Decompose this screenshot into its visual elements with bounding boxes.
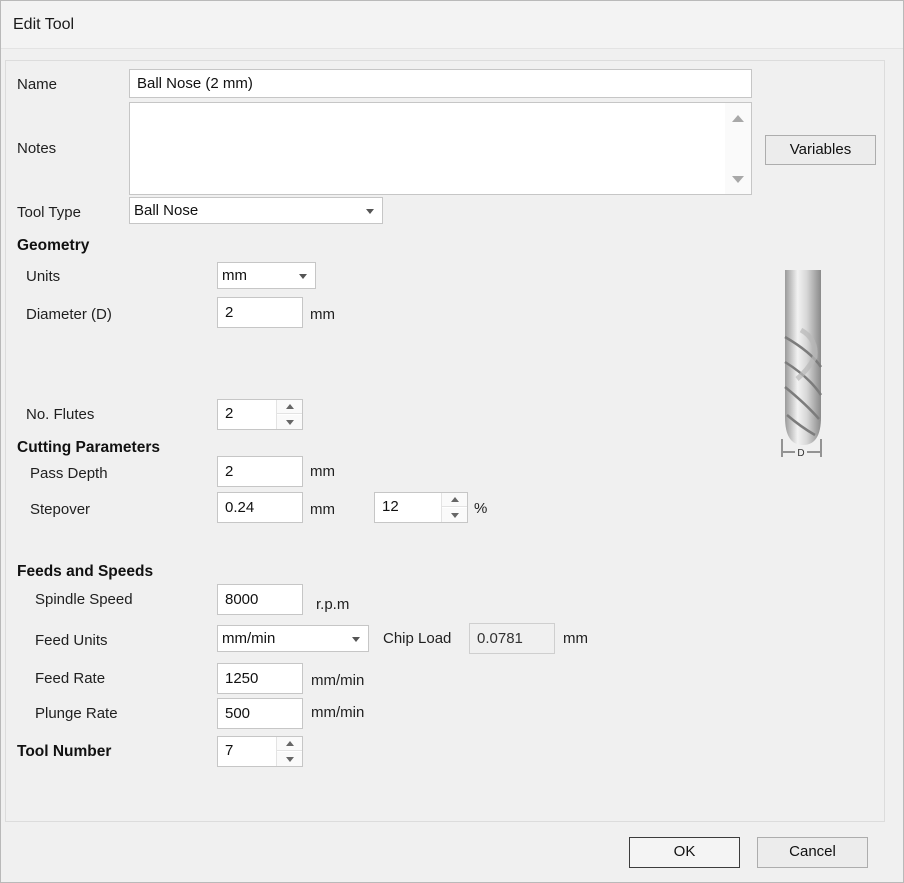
feed-units-value: mm/min (222, 630, 276, 647)
notes-label: Notes (17, 140, 57, 157)
plunge-rate-label: Plunge Rate (35, 705, 118, 722)
plunge-rate-unit: mm/min (311, 704, 365, 721)
feed-rate-input[interactable] (217, 663, 303, 694)
geometry-header: Geometry (17, 237, 90, 254)
diameter-unit: mm (310, 306, 335, 323)
flutes-label: No. Flutes (26, 406, 95, 423)
ball-nose-tool-diagram: D (781, 270, 823, 459)
stepover-label: Stepover (30, 501, 91, 518)
cutting-parameters-header: Cutting Parameters (17, 439, 160, 456)
name-input[interactable] (129, 69, 752, 98)
chevron-down-icon (352, 637, 360, 642)
tool-type-value: Ball Nose (134, 202, 199, 219)
chevron-down-icon (366, 209, 374, 214)
units-select[interactable]: mm (217, 262, 316, 289)
chip-load-unit: mm (563, 630, 588, 647)
tool-number-spin-buttons (276, 737, 302, 766)
decrement-arrow-icon[interactable] (442, 508, 467, 522)
pass-depth-unit: mm (310, 463, 335, 480)
feed-units-label: Feed Units (35, 632, 108, 649)
flutes-spin-buttons (276, 400, 302, 429)
plunge-rate-input[interactable] (217, 698, 303, 729)
pass-depth-label: Pass Depth (30, 465, 108, 482)
stepover-percent-unit: % (474, 500, 488, 517)
title-bar: Edit Tool (1, 1, 903, 49)
chevron-down-icon (299, 274, 307, 279)
tool-number-value: 7 (225, 742, 234, 759)
feed-units-select[interactable]: mm/min (217, 625, 369, 652)
name-label: Name (17, 76, 58, 93)
units-value: mm (222, 267, 247, 284)
notes-field (129, 102, 752, 195)
stepover-percent-spin-buttons (441, 493, 467, 522)
diameter-dim-label: D (797, 448, 804, 459)
variables-button[interactable]: Variables (765, 135, 876, 165)
scroll-down-arrow-icon[interactable] (732, 176, 744, 183)
stepover-percent-stepper[interactable]: 12 (374, 492, 468, 523)
spindle-speed-unit: r.p.m (316, 596, 350, 613)
diameter-input[interactable] (217, 297, 303, 328)
tool-type-label: Tool Type (17, 204, 81, 221)
stepover-unit: mm (310, 501, 335, 518)
notes-scrollbar[interactable] (725, 103, 751, 194)
pass-depth-input[interactable] (217, 456, 303, 487)
spindle-speed-label: Spindle Speed (35, 591, 133, 608)
spindle-speed-input[interactable] (217, 584, 303, 615)
increment-arrow-icon[interactable] (277, 737, 302, 751)
feed-rate-unit: mm/min (311, 672, 365, 689)
decrement-arrow-icon[interactable] (277, 415, 302, 429)
flutes-stepper[interactable]: 2 (217, 399, 303, 430)
tool-number-header: Tool Number (17, 743, 112, 760)
tool-number-stepper[interactable]: 7 (217, 736, 303, 767)
chip-load-field (469, 623, 555, 654)
increment-arrow-icon[interactable] (442, 493, 467, 507)
feeds-and-speeds-header: Feeds and Speeds (17, 563, 154, 580)
diameter-label: Diameter (D) (26, 306, 112, 323)
flutes-value: 2 (225, 405, 234, 422)
feed-rate-label: Feed Rate (35, 670, 106, 687)
ok-button[interactable]: OK (629, 837, 740, 868)
window-title: Edit Tool (13, 16, 75, 33)
stepover-input[interactable] (217, 492, 303, 523)
notes-textarea[interactable] (130, 103, 725, 194)
decrement-arrow-icon[interactable] (277, 752, 302, 766)
stepover-percent-value: 12 (382, 498, 399, 515)
edit-tool-dialog: Edit Tool Name Notes Variables Tool Type… (0, 0, 904, 883)
tool-shank (785, 270, 821, 330)
increment-arrow-icon[interactable] (277, 400, 302, 414)
cancel-button[interactable]: Cancel (757, 837, 868, 868)
units-label: Units (26, 268, 61, 285)
scroll-up-arrow-icon[interactable] (732, 115, 744, 122)
tool-type-select[interactable]: Ball Nose (129, 197, 383, 224)
chip-load-label: Chip Load (383, 630, 452, 647)
